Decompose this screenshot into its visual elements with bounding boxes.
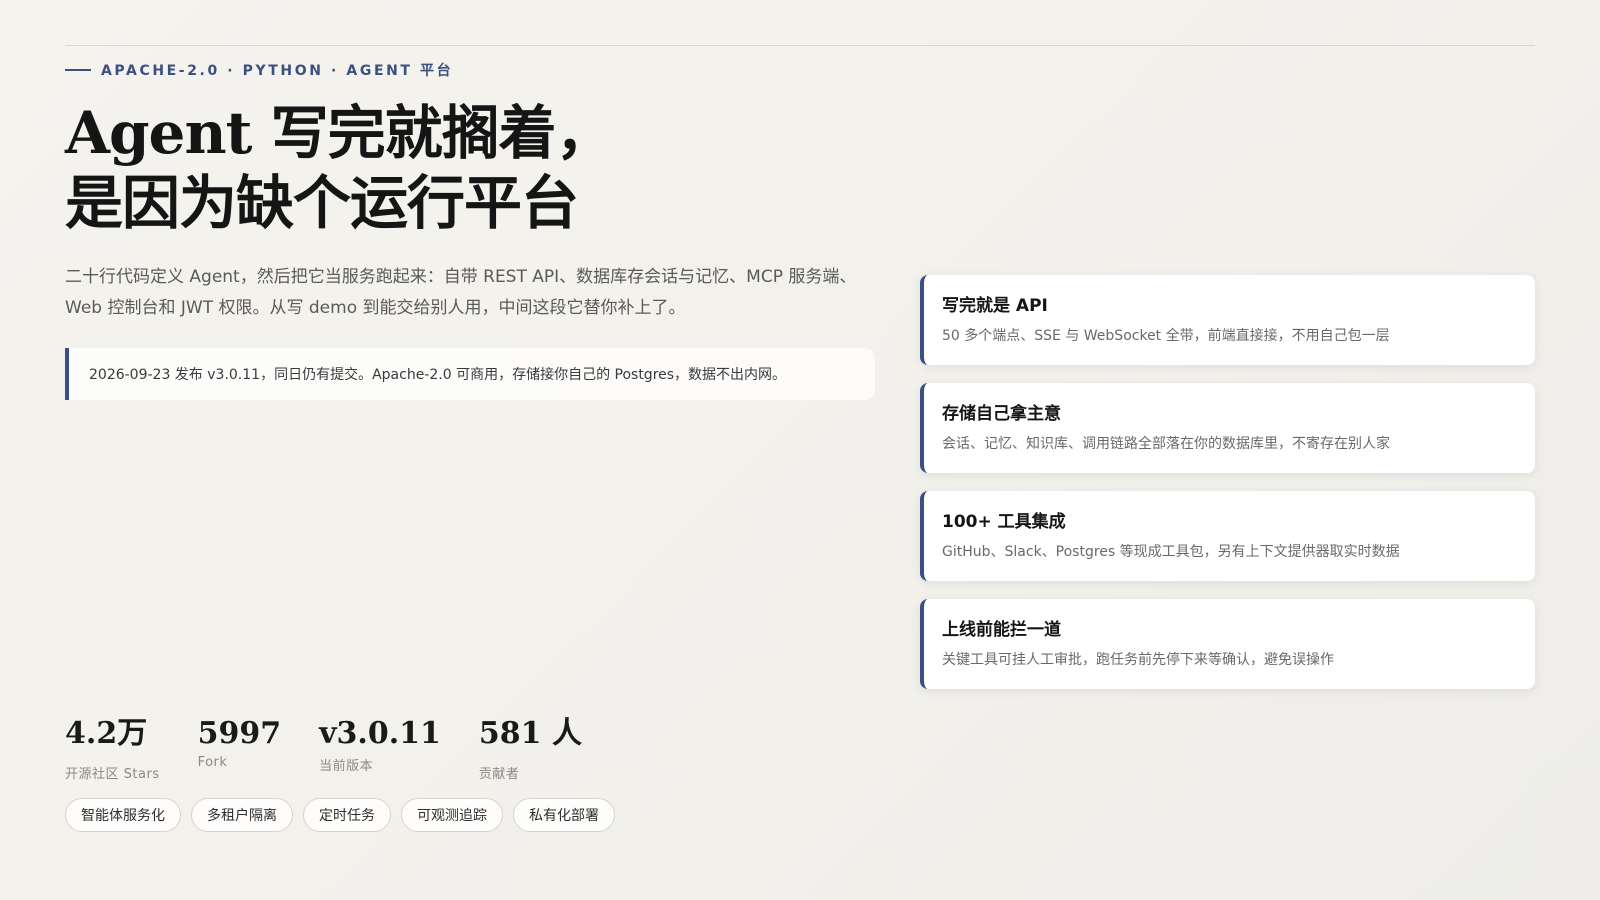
hero-section: APACHE-2.0 · PYTHON · AGENT 平台 Agent 写完就… [65,60,875,400]
feature-card-title: 写完就是 API [942,296,1048,316]
tag-multi-tenant[interactable]: 多租户隔离 [191,798,293,832]
headline-line-1: Agent 写完就搁着， [65,99,614,167]
stat-fork: 5997 Fork [198,715,282,770]
feature-card-desc: 会话、记忆、知识库、调用链路全部落在你的数据库里，不寄存在别人家 [942,436,1390,452]
eyebrow-text: APACHE-2.0 · PYTHON · AGENT 平台 [101,63,454,79]
feature-card-api: 写完就是 API 50 多个端点、SSE 与 WebSocket 全带，前端直接… [920,275,1535,365]
feature-card-storage: 存储自己拿主意 会话、记忆、知识库、调用链路全部落在你的数据库里，不寄存在别人家 [920,383,1535,473]
stat-value: v3.0.11 [319,716,441,751]
release-note: 2026-09-23 发布 v3.0.11，同日仍有提交。Apache-2.0 … [65,348,875,400]
stat-contributors: 581 人 贡献者 [479,715,582,782]
stat-value: 581 人 [478,716,582,751]
stats-row: 4.2万 开源社区 Stars 5997 Fork v3.0.11 当前版本 5… [65,715,620,782]
tag-agent-service[interactable]: 智能体服务化 [65,798,181,832]
eyebrow: APACHE-2.0 · PYTHON · AGENT 平台 [65,60,875,80]
stat-label: 当前版本 [319,759,374,774]
top-divider [65,45,1535,46]
stat-stars: 4.2万 开源社区 Stars [65,715,160,782]
stat-value: 5997 [197,716,282,751]
feature-cards: 写完就是 API 50 多个端点、SSE 与 WebSocket 全带，前端直接… [920,275,1535,689]
feature-card-desc: 关键工具可挂人工审批，跑任务前先停下来等确认，避免误操作 [942,652,1334,668]
headline-line-2: 是因为缺个运行平台 [65,169,579,237]
stat-label: 贡献者 [478,767,520,782]
feature-card-desc: 50 多个端点、SSE 与 WebSocket 全带，前端直接接，不用自己包一层 [942,328,1390,344]
eyebrow-dash [65,69,91,71]
tag-observability[interactable]: 可观测追踪 [401,798,503,832]
stat-label: Fork [197,755,228,770]
feature-card-title: 存储自己拿主意 [942,404,1061,424]
page-title: Agent 写完就搁着， 是因为缺个运行平台 [65,98,875,238]
tag-scheduled-tasks[interactable]: 定时任务 [303,798,391,832]
feature-card-desc: GitHub、Slack、Postgres 等现成工具包，另有上下文提供器取实时… [942,544,1400,560]
feature-card-title: 上线前能拦一道 [942,620,1061,640]
release-note-text: 2026-09-23 发布 v3.0.11，同日仍有提交。Apache-2.0 … [89,367,787,383]
feature-card-title: 100+ 工具集成 [942,512,1066,532]
feature-card-tools: 100+ 工具集成 GitHub、Slack、Postgres 等现成工具包，另… [920,491,1535,581]
stat-version: v3.0.11 当前版本 [319,715,441,774]
tag-private-deployment[interactable]: 私有化部署 [513,798,615,832]
feature-card-approval: 上线前能拦一道 关键工具可挂人工审批，跑任务前先停下来等确认，避免误操作 [920,599,1535,689]
tag-list: 智能体服务化 多租户隔离 定时任务 可观测追踪 私有化部署 [65,798,615,832]
stat-label: 开源社区 Stars [65,767,160,782]
hero-description: 二十行代码定义 Agent，然后把它当服务跑起来：自带 REST API、数据库… [65,267,857,318]
stat-value: 4.2万 [65,716,148,751]
